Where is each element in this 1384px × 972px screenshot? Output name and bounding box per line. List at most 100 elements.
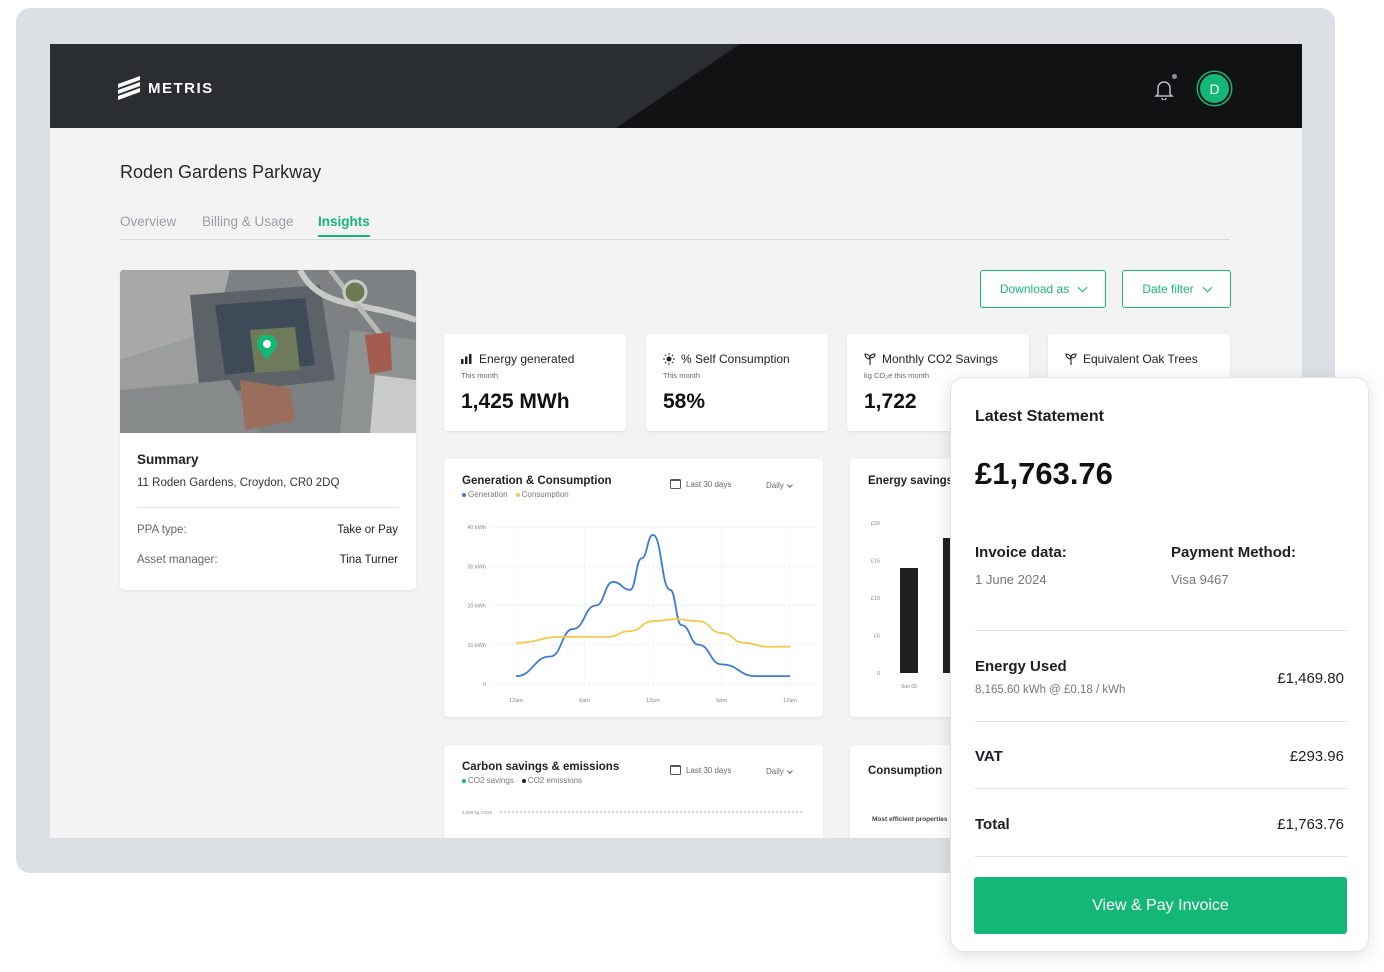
y-tick-label: £15 — [871, 559, 880, 565]
site-summary-card: Summary 11 Roden Gardens, Croydon, CR0 2… — [120, 270, 416, 590]
y-tick-label: 0 — [483, 682, 486, 688]
sun-icon — [663, 353, 675, 365]
kpi-title-text: % Self Consumption — [681, 352, 790, 366]
energy-used-value: £1,469.80 — [1277, 670, 1344, 687]
tab-insights[interactable]: Insights — [318, 214, 370, 237]
metris-logo-icon — [118, 75, 140, 101]
calendar-icon — [670, 479, 681, 489]
y-tick-label: 30 kWh — [467, 564, 486, 570]
latest-statement-panel: Latest Statement £1,763.76 Invoice data:… — [950, 377, 1369, 952]
legend-co2-emissions: CO2 emissions — [521, 776, 582, 785]
kpi-energy-generated: Energy generated This month 1,425 MWh — [444, 334, 626, 431]
interval-dropdown[interactable]: Daily — [766, 481, 793, 490]
ppa-type-label: PPA type: — [137, 524, 187, 536]
x-tick-label: Sun 09 — [901, 684, 917, 690]
x-tick-label: 6pm — [716, 698, 727, 704]
kpi-subtitle: This month — [663, 371, 701, 380]
location-pin-icon[interactable] — [256, 335, 278, 361]
energy-used-detail: 8,165.60 kWh @ £0.18 / kWh — [975, 684, 1126, 696]
vat-value: £293.96 — [1289, 748, 1344, 765]
kpi-value: 1,722 — [864, 390, 917, 413]
notification-dot — [1172, 74, 1177, 79]
chart-title: Energy savings — [868, 475, 954, 487]
page-title: Roden Gardens Parkway — [120, 162, 322, 182]
most-efficient-label: Most efficient properties — [872, 816, 948, 823]
y-tick-label: £5 — [874, 634, 880, 640]
bar-chart-icon — [461, 354, 472, 364]
tab-overview[interactable]: Overview — [120, 214, 176, 229]
brand-logo[interactable]: METRIS — [118, 75, 214, 101]
ppa-type-value: Take or Pay — [337, 524, 398, 536]
range-selector[interactable]: Last 30 days — [670, 765, 731, 775]
x-tick-label: 12am — [509, 698, 523, 704]
y-tick-label: 40 kWh — [467, 525, 486, 531]
calendar-icon — [670, 765, 681, 775]
brand-name: METRIS — [148, 79, 214, 97]
kpi-value: 58% — [663, 390, 706, 413]
kpi-title: Energy generated — [461, 352, 574, 366]
interval-dropdown[interactable]: Daily — [766, 767, 793, 776]
view-pay-invoice-button[interactable]: View & Pay Invoice — [974, 877, 1347, 934]
site-address: 11 Roden Gardens, Croydon, CR0 2DQ — [137, 477, 340, 489]
chart-legend: CO2 savings CO2 emissions — [462, 776, 582, 785]
chart-legend: Generation Consumption — [462, 490, 569, 499]
kpi-title: Equivalent Oak Trees — [1065, 352, 1198, 366]
plant-icon — [864, 353, 876, 365]
vat-label: VAT — [975, 748, 1003, 765]
y-tick-label: 0 — [877, 671, 880, 677]
bar — [900, 568, 918, 673]
tab-billing-usage[interactable]: Billing & Usage — [202, 214, 294, 229]
user-avatar[interactable]: D — [1198, 72, 1231, 105]
generation-consumption-chart: 0 10 kWh 20 kWh 30 kWh 40 kWh 12am 6am 12pm 6pm 1… — [467, 525, 814, 704]
generation-consumption-card: Generation & Consumption Generation Cons… — [444, 459, 823, 717]
summary-title: Summary — [137, 452, 199, 467]
x-tick-label: 12pm — [646, 698, 660, 704]
chart-title: Carbon savings & emissions — [462, 761, 620, 773]
kpi-title: Monthly CO2 Savings — [864, 352, 998, 366]
asset-manager-value: Tina Turner — [339, 554, 398, 566]
tab-bar: Overview Billing & Usage Insights — [120, 214, 1230, 240]
divider — [975, 630, 1347, 631]
total-label: Total — [975, 816, 1010, 833]
statement-amount: £1,763.76 — [975, 456, 1113, 491]
y-tick-label: £10 — [871, 596, 880, 602]
x-tick-label: 12am — [783, 698, 797, 704]
divider — [975, 721, 1347, 722]
top-bar: METRIS D — [50, 44, 1302, 128]
y-tick-label: 10 kWh — [467, 643, 486, 649]
chevron-down-icon — [786, 481, 793, 488]
energy-used-label: Energy Used — [975, 658, 1067, 675]
date-filter-label: Date filter — [1142, 282, 1194, 296]
kpi-value: 1,425 MWh — [461, 390, 570, 413]
kpi-title-text: Energy generated — [479, 352, 575, 366]
asset-manager-label: Asset manager: — [137, 554, 218, 566]
kpi-subtitle: kg CO₂e this month — [864, 371, 930, 380]
invoice-date-value: 1 June 2024 — [975, 572, 1047, 587]
kpi-subtitle: This month — [461, 371, 499, 380]
legend-co2-savings: CO2 savings — [462, 776, 514, 785]
invoice-date-label: Invoice data: — [975, 544, 1067, 561]
x-tick-label: 6am — [579, 698, 590, 704]
chevron-down-icon — [1077, 282, 1088, 292]
divider — [975, 788, 1347, 789]
payment-method-value: Visa 9467 — [1171, 572, 1229, 587]
download-as-button[interactable]: Download as — [980, 270, 1106, 308]
total-value: £1,763.76 — [1277, 816, 1344, 833]
carbon-savings-card: Carbon savings & emissions CO2 savings C… — [444, 745, 823, 838]
legend-generation: Generation — [462, 490, 508, 499]
chevron-down-icon — [786, 767, 793, 774]
range-selector[interactable]: Last 30 days — [670, 479, 731, 489]
y-tick-label: 20 kWh — [467, 604, 486, 610]
payment-method-label: Payment Method: — [1171, 544, 1297, 561]
chart-title: Consumption — [868, 765, 943, 777]
statement-title: Latest Statement — [975, 408, 1104, 425]
notification-bell-icon[interactable] — [1153, 78, 1175, 100]
divider — [137, 507, 399, 508]
kpi-title-text: Monthly CO2 Savings — [882, 352, 999, 366]
divider — [975, 856, 1347, 857]
tree-icon — [1065, 353, 1077, 365]
chevron-down-icon — [1202, 282, 1213, 292]
kpi-title-text: Equivalent Oak Trees — [1083, 352, 1198, 366]
legend-consumption: Consumption — [515, 490, 569, 499]
date-filter-button[interactable]: Date filter — [1122, 270, 1231, 308]
